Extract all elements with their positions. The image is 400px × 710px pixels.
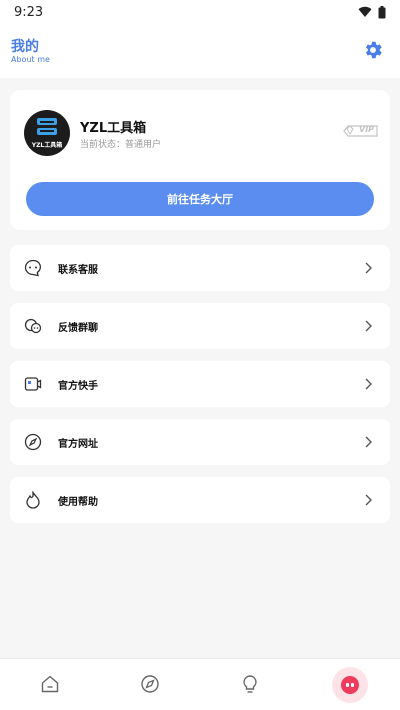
nav-profile[interactable] xyxy=(332,667,368,703)
nav-ideas[interactable] xyxy=(238,672,262,696)
menu-item-official-website[interactable]: 官方网址 xyxy=(10,419,390,465)
page-title: 我的 xyxy=(11,39,39,55)
menu-item-help[interactable]: 使用帮助 xyxy=(10,477,390,523)
vip-badge: VIP xyxy=(343,124,379,138)
gear-icon xyxy=(365,41,382,59)
chevron-right-icon xyxy=(365,378,372,390)
menu-label: 反馈群聊 xyxy=(58,323,98,334)
chevron-right-icon xyxy=(365,262,372,274)
video-card-icon xyxy=(24,377,42,391)
menu-item-contact-support[interactable]: 联系客服 xyxy=(10,245,390,291)
lightbulb-icon xyxy=(243,675,257,693)
battery-icon xyxy=(378,5,386,18)
group-chat-icon xyxy=(24,318,42,334)
status-bar: 9:23 xyxy=(0,0,400,24)
compass-icon xyxy=(141,675,159,693)
status-icons xyxy=(358,5,386,19)
menu-item-official-kuaishou[interactable]: 官方快手 xyxy=(10,361,390,407)
avatar[interactable]: YZL工具箱 xyxy=(24,110,70,156)
settings-button[interactable] xyxy=(361,38,385,62)
page-header: 我的 About me xyxy=(0,24,400,78)
chevron-right-icon xyxy=(365,494,372,506)
avatar-label: YZL工具箱 xyxy=(31,142,63,149)
nav-discover[interactable] xyxy=(138,672,162,696)
status-time: 9:23 xyxy=(14,4,44,20)
bottom-nav xyxy=(0,658,400,710)
user-status: 当前状态：普通用户 xyxy=(80,140,162,150)
chevron-right-icon xyxy=(365,436,372,448)
vip-label: VIP xyxy=(359,125,375,134)
profile-card: YZL工具箱 YZL工具箱 当前状态：普通用户 VIP 前往任务大厅 xyxy=(10,90,390,230)
profile-face-icon xyxy=(341,676,359,694)
home-icon xyxy=(41,675,59,693)
chevron-right-icon xyxy=(365,320,372,332)
app-logo-icon xyxy=(37,118,57,135)
task-hall-button[interactable]: 前往任务大厅 xyxy=(26,182,374,216)
wifi-icon xyxy=(358,6,372,17)
menu-item-feedback-group[interactable]: 反馈群聊 xyxy=(10,303,390,349)
nav-home[interactable] xyxy=(38,672,62,696)
flame-icon xyxy=(26,491,40,509)
page-subtitle: About me xyxy=(11,55,50,64)
menu-label: 联系客服 xyxy=(58,265,98,276)
compass-icon xyxy=(24,433,42,451)
chat-bubble-icon xyxy=(24,259,42,277)
app-name: YZL工具箱 xyxy=(80,121,147,136)
menu-label: 官方网址 xyxy=(58,439,98,450)
menu-label: 官方快手 xyxy=(58,381,98,392)
menu-label: 使用帮助 xyxy=(58,497,98,508)
